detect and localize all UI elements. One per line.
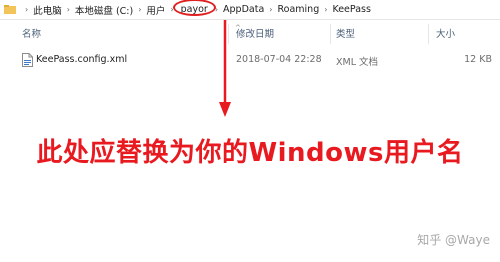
- chevron-right-icon: ›: [25, 5, 29, 14]
- watermark: 知乎 @Waye: [417, 233, 490, 247]
- address-bar[interactable]: › 此电脑 › 本地磁盘 (C:) › 用户 › payor › AppData…: [0, 0, 500, 20]
- breadcrumb-local-disk[interactable]: 本地磁盘 (C:): [75, 3, 133, 17]
- file-modified: 2018-07-04 22:28: [236, 54, 322, 65]
- annotation-arrow: [219, 20, 231, 117]
- column-name[interactable]: 名称: [22, 28, 41, 42]
- chevron-right-icon: ›: [324, 5, 328, 14]
- column-type[interactable]: 类型: [336, 28, 355, 42]
- column-size[interactable]: 大小: [436, 28, 455, 42]
- file-name: KeePass.config.xml: [36, 54, 128, 65]
- column-divider[interactable]: [330, 24, 331, 44]
- column-header: ^ 名称 修改日期 类型 大小: [0, 24, 500, 44]
- chevron-right-icon: ›: [138, 5, 142, 14]
- file-size: 12 KB: [464, 54, 492, 65]
- file-row[interactable]: KeePass.config.xml 2018-07-04 22:28 XML …: [0, 52, 500, 70]
- breadcrumb-this-pc[interactable]: 此电脑: [33, 3, 62, 17]
- chevron-right-icon: ›: [269, 5, 273, 14]
- column-divider[interactable]: [428, 24, 429, 44]
- highlight-ellipse: [172, 0, 216, 16]
- column-date[interactable]: 修改日期: [236, 28, 274, 42]
- breadcrumb-appdata[interactable]: AppData: [223, 4, 264, 15]
- chevron-right-icon: ›: [66, 5, 70, 14]
- breadcrumb-username[interactable]: payor: [172, 0, 216, 16]
- breadcrumb-roaming[interactable]: Roaming: [277, 4, 319, 15]
- annotation-text: 此处应替换为你的Windows用户名: [36, 138, 464, 168]
- breadcrumb-keepass[interactable]: KeePass: [332, 4, 370, 15]
- file-type: XML 文档: [336, 57, 379, 68]
- xml-file-icon: [22, 53, 33, 67]
- breadcrumb-users[interactable]: 用户: [146, 3, 165, 17]
- folder-icon: [4, 5, 16, 14]
